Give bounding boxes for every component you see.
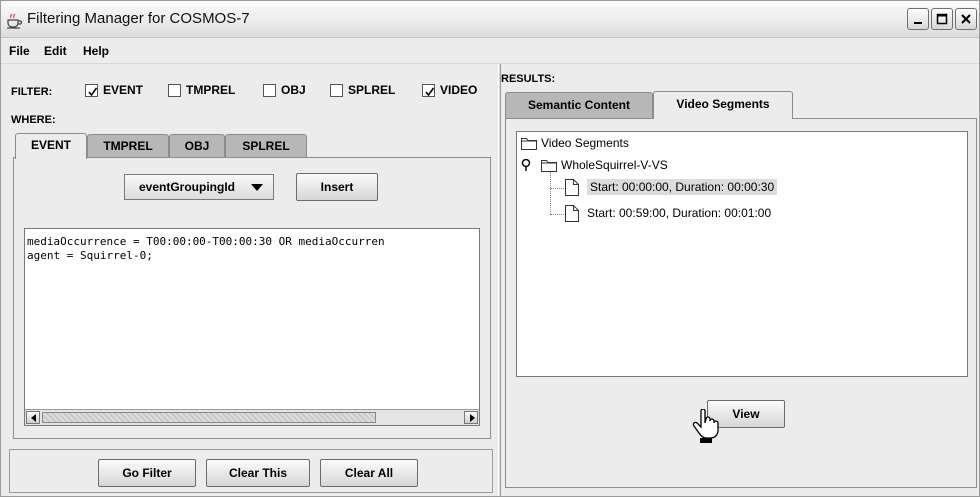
menu-file[interactable]: File — [9, 44, 30, 58]
checkbox-unchecked-icon — [168, 84, 181, 97]
close-icon — [961, 14, 971, 24]
tree-node-label: Video Segments — [541, 136, 629, 150]
menu-edit[interactable]: Edit — [44, 44, 67, 58]
results-panel: RESULTS: Semantic Content Video Segments… — [501, 64, 979, 496]
tree-node-label: Start: 00:00:00, Duration: 00:00:30 — [587, 179, 778, 195]
checkbox-checked-icon — [85, 84, 98, 97]
tab-event[interactable]: EVENT — [15, 133, 87, 159]
arrow-left-icon — [31, 414, 36, 422]
document-icon — [565, 179, 579, 196]
filter-checkbox-label: OBJ — [281, 83, 306, 97]
filter-checkbox-label: TMPREL — [186, 83, 236, 97]
where-label: WHERE: — [11, 114, 56, 126]
go-filter-button[interactable]: Go Filter — [98, 459, 196, 487]
query-text-area[interactable]: mediaOccurrence = T00:00:00-T00:00:30 OR… — [24, 228, 480, 426]
scroll-right-button[interactable] — [464, 411, 478, 424]
close-button[interactable] — [955, 8, 977, 30]
maximize-button[interactable] — [931, 8, 953, 30]
menu-bar: File Edit Help — [1, 38, 979, 64]
query-panel: FILTER: EVENT TMPREL OBJ SPLREL VIDEO WH… — [1, 64, 498, 496]
arrow-right-icon — [470, 414, 475, 422]
maximize-icon — [936, 13, 948, 25]
expanded-handle-icon[interactable] — [521, 159, 531, 172]
tree-connector — [550, 188, 564, 189]
scrollbar-thumb[interactable] — [42, 412, 376, 423]
horizontal-scrollbar[interactable] — [25, 409, 479, 425]
clear-all-button[interactable]: Clear All — [320, 459, 418, 487]
dropdown-value: eventGroupingId — [139, 180, 235, 194]
java-cup-icon — [5, 11, 23, 29]
scroll-left-button[interactable] — [26, 411, 40, 424]
title-bar[interactable]: Filtering Manager for COSMOS-7 — [1, 1, 979, 38]
where-tab-content: eventGroupingId Insert mediaOccurrence =… — [13, 157, 491, 439]
menu-help[interactable]: Help — [83, 44, 109, 58]
insert-button[interactable]: Insert — [296, 173, 378, 201]
checkbox-unchecked-icon — [263, 84, 276, 97]
folder-icon — [541, 160, 557, 172]
tree-connector — [550, 172, 551, 214]
tree-node-label: WholeSquirrel-V-VS — [561, 158, 668, 172]
attribute-dropdown[interactable]: eventGroupingId — [124, 174, 274, 200]
hand-cursor-icon — [692, 409, 719, 443]
tab-tmprel[interactable]: TMPREL — [87, 134, 169, 158]
tab-semantic-content[interactable]: Semantic Content — [505, 92, 653, 118]
query-line: mediaOccurrence = T00:00:00-T00:00:30 OR… — [27, 235, 385, 248]
checkbox-unchecked-icon — [330, 84, 343, 97]
minimize-icon — [914, 22, 922, 24]
window-title: Filtering Manager for COSMOS-7 — [27, 10, 250, 27]
checkbox-checked-icon — [422, 84, 435, 97]
filter-checkbox-label: EVENT — [103, 83, 144, 97]
results-tab-content: Video Segments WholeSquirrel-V-VS Start:… — [505, 118, 977, 488]
minimize-button[interactable] — [907, 8, 929, 30]
results-label: RESULTS: — [501, 73, 556, 85]
query-line: agent = Squirrel-0; — [27, 249, 153, 262]
filter-label: FILTER: — [11, 86, 53, 98]
tab-splrel[interactable]: SPLREL — [225, 134, 307, 158]
folder-icon — [521, 138, 537, 150]
filter-checkbox-label: SPLREL — [348, 83, 396, 97]
tab-video-segments[interactable]: Video Segments — [653, 91, 793, 119]
tree-node-label: Start: 00:59:00, Duration: 00:01:00 — [587, 206, 772, 220]
document-icon — [565, 205, 579, 222]
tree-connector — [550, 214, 564, 215]
app-window: Filtering Manager for COSMOS-7 File Edit… — [0, 0, 980, 497]
filter-checkbox-label: VIDEO — [440, 83, 478, 97]
clear-this-button[interactable]: Clear This — [206, 459, 310, 487]
segments-tree[interactable]: Video Segments WholeSquirrel-V-VS Start:… — [516, 131, 968, 377]
tab-obj[interactable]: OBJ — [169, 134, 225, 158]
chevron-down-icon — [251, 184, 263, 191]
action-bar: Go Filter Clear This Clear All — [9, 449, 493, 493]
